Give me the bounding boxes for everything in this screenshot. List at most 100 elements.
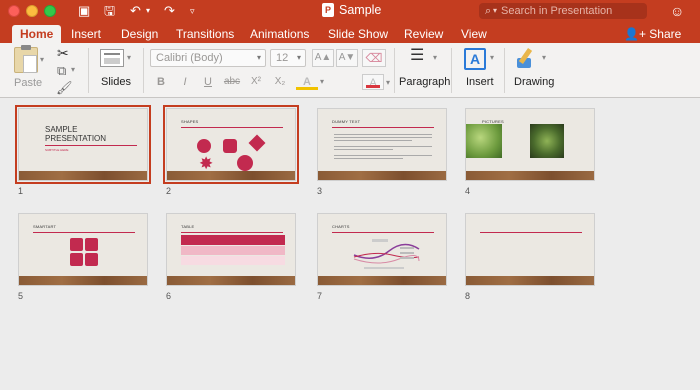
undo-icon[interactable]: ↶ xyxy=(130,3,141,19)
share-label: Share xyxy=(649,27,682,41)
ribbon-tabs: Home Insert Design Transitions Animation… xyxy=(0,22,700,43)
new-slide-icon[interactable] xyxy=(100,49,124,67)
slide-6-title: TABLE xyxy=(181,224,195,229)
cut-icon[interactable]: ✂ xyxy=(57,45,69,62)
font-size-field[interactable]: 12 ▾ xyxy=(270,49,306,67)
feedback-smiley-icon[interactable]: ☺ xyxy=(670,3,684,19)
paragraph-dropdown-icon[interactable]: ▾ xyxy=(433,53,437,62)
slide-number-6: 6 xyxy=(166,291,172,301)
share-button[interactable]: 👤+ Share xyxy=(624,25,681,43)
undo-dropdown-icon[interactable]: ▾ xyxy=(146,3,150,19)
paragraph-label[interactable]: Paragraph xyxy=(399,76,450,88)
maximize-window-button[interactable] xyxy=(44,5,56,17)
smartart-block xyxy=(85,253,98,266)
customize-toolbar-icon[interactable]: ▿ xyxy=(190,3,195,19)
slide-thumbnail-1[interactable]: SAMPLE PRESENTATION SUBTITLE HERE xyxy=(15,105,151,184)
paragraph-icon[interactable]: ☰ xyxy=(410,48,424,64)
close-window-button[interactable] xyxy=(8,5,20,17)
sidebar-toggle-icon[interactable]: ▣ xyxy=(78,3,90,19)
slide-thumbnail-5[interactable]: SMARTART xyxy=(18,213,148,286)
slide-thumbnail-4[interactable]: PICTURES xyxy=(465,108,595,181)
italic-button[interactable]: I xyxy=(176,74,194,90)
copy-icon[interactable]: ⧉ xyxy=(57,63,66,79)
smartart-block xyxy=(70,253,83,266)
insert-shapes-icon[interactable]: A xyxy=(464,48,486,70)
highlight-dropdown-icon[interactable]: ▾ xyxy=(320,77,324,86)
slide-number-2: 2 xyxy=(166,186,172,196)
picture-green-bubbles xyxy=(466,124,502,158)
save-icon[interactable]: 🖫 xyxy=(104,3,115,19)
powerpoint-file-icon: P xyxy=(322,3,334,17)
tab-insert[interactable]: Insert xyxy=(71,25,101,43)
drawing-label[interactable]: Drawing xyxy=(514,76,554,88)
underline-button[interactable]: U xyxy=(199,74,217,90)
strikethrough-button[interactable]: abc xyxy=(221,74,243,90)
search-icon: ⌕ xyxy=(485,5,492,17)
slides-label[interactable]: Slides xyxy=(101,76,131,88)
grow-font-button[interactable]: A▲ xyxy=(312,49,334,67)
table-row xyxy=(181,256,285,265)
no-symbol-shape xyxy=(237,155,253,171)
slide-thumbnail-7[interactable]: CHARTS xyxy=(317,213,447,286)
circle-shape xyxy=(197,139,211,153)
font-size-value: 12 xyxy=(276,52,289,64)
clear-formatting-icon[interactable]: ⌫ xyxy=(362,49,386,67)
font-size-dropdown-icon: ▾ xyxy=(296,53,301,62)
slide-thumbnail-3[interactable]: DUMMY TEXT xyxy=(317,108,447,181)
document-title-text: Sample xyxy=(339,3,382,17)
starburst-shape: ✸ xyxy=(199,154,214,173)
rounded-square-shape xyxy=(223,139,237,153)
smartart-block xyxy=(70,238,83,251)
document-title: P Sample xyxy=(322,3,381,17)
drawing-icon[interactable] xyxy=(517,48,539,70)
slide-thumbnail-2[interactable]: SHAPES ✸ xyxy=(163,105,299,184)
slide-thumbnail-8[interactable] xyxy=(465,213,595,286)
slides-dropdown-icon[interactable]: ▾ xyxy=(127,53,131,62)
title-bar: ▣ 🖫 ↶ ▾ ↷ ▿ P Sample ⌕ ▾ Search in Prese… xyxy=(0,0,700,22)
search-placeholder: Search in Presentation xyxy=(501,5,613,17)
slide-1-subtitle: SUBTITLE HERE xyxy=(45,148,69,152)
font-color-button[interactable]: A xyxy=(362,74,384,90)
minimize-window-button[interactable] xyxy=(26,5,38,17)
font-name-value: Calibri (Body) xyxy=(156,52,223,64)
redo-icon[interactable]: ↷ xyxy=(164,3,175,19)
table-header-row xyxy=(181,235,285,245)
tab-home[interactable]: Home xyxy=(12,25,62,43)
table-row xyxy=(181,246,285,255)
slide-number-7: 7 xyxy=(317,291,323,301)
font-name-dropdown-icon: ▾ xyxy=(256,53,261,62)
paste-dropdown-icon[interactable]: ▾ xyxy=(40,55,44,64)
slide-7-title: CHARTS xyxy=(332,224,350,229)
slide-number-1: 1 xyxy=(18,186,24,196)
slide-number-8: 8 xyxy=(465,291,471,301)
tab-animations[interactable]: Animations xyxy=(250,25,309,43)
paste-label: Paste xyxy=(14,77,43,89)
slide-number-5: 5 xyxy=(18,291,24,301)
paste-icon[interactable] xyxy=(14,45,38,73)
font-color-dropdown-icon[interactable]: ▾ xyxy=(386,78,390,87)
slide-number-3: 3 xyxy=(317,186,323,196)
insert-label[interactable]: Insert xyxy=(466,76,494,88)
format-painter-icon[interactable]: 🖌 xyxy=(56,80,73,96)
slide-5-title: SMARTART xyxy=(33,224,57,229)
tab-design[interactable]: Design xyxy=(121,25,158,43)
highlight-button[interactable]: A xyxy=(296,74,318,90)
diamond-shape xyxy=(248,134,266,152)
ribbon-home: ▾ Paste ✂ ⧉ ▾ 🖌 ▾ Slides Calibri (Body) … xyxy=(0,43,700,98)
bold-button[interactable]: B xyxy=(152,74,170,90)
insert-dropdown-icon[interactable]: ▾ xyxy=(490,53,494,62)
tab-slide-show[interactable]: Slide Show xyxy=(328,25,388,43)
superscript-button[interactable]: X² xyxy=(246,74,266,90)
tab-review[interactable]: Review xyxy=(404,25,443,43)
subscript-button[interactable]: X₂ xyxy=(270,74,290,90)
shrink-font-button[interactable]: A▼ xyxy=(336,49,358,67)
copy-dropdown-icon[interactable]: ▾ xyxy=(71,65,75,74)
slide-thumbnail-6[interactable]: TABLE xyxy=(166,213,296,286)
tab-view[interactable]: View xyxy=(461,25,487,43)
tab-transitions[interactable]: Transitions xyxy=(176,25,234,43)
slide-3-title: DUMMY TEXT xyxy=(332,119,361,124)
search-field[interactable]: ⌕ ▾ Search in Presentation xyxy=(479,3,647,19)
font-name-field[interactable]: Calibri (Body) ▾ xyxy=(150,49,266,67)
chart-graphic xyxy=(353,239,420,269)
drawing-dropdown-icon[interactable]: ▾ xyxy=(542,53,546,62)
